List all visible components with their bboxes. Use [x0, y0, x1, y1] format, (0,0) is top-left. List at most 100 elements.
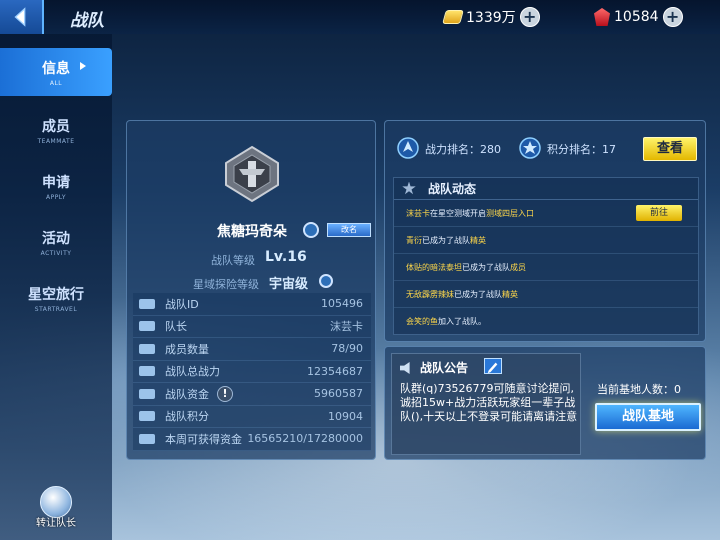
team-stats-list: 战队ID 105496 队长 沫芸卡 成员数量 78/90 战队总战力 1235… [133, 293, 371, 451]
level-label: 战队等级 [211, 254, 255, 267]
rank-info-gear-icon[interactable] [319, 274, 333, 288]
team-info-panel: 焦糖玛奇朵 改名 战队等级 Lv.16 星域探险等级 宇宙级 战队ID 1054… [126, 120, 376, 460]
nav-label: 申请 [42, 175, 70, 191]
stat-key: 战队总战力 [165, 365, 220, 379]
news-item: 无敌霹雳辣妹 已成为了战队 精英 [394, 281, 698, 308]
stat-key: 战队ID [165, 297, 199, 311]
page-title: 战队 [70, 11, 104, 31]
news-actor: 会笑的鱼 [406, 317, 438, 326]
edit-announcement-icon[interactable] [484, 358, 502, 374]
nav-sublabel: ALL [49, 80, 63, 87]
score-icon [139, 411, 155, 422]
power-rank-icon [397, 137, 419, 159]
announcement-box: 战队公告 队群(q)73526779可随意讨论提问,诚招15w+战力活跃玩家组一… [391, 353, 581, 455]
gold-coin-icon [442, 10, 464, 24]
news-text: 加入了战队。 [438, 317, 486, 326]
captain-icon [139, 321, 155, 332]
news-header: 战队动态 [394, 178, 698, 200]
score-rank-text: 积分排名：17 [547, 143, 616, 156]
stat-row: 成员数量 78/90 [133, 338, 371, 361]
pencil-icon [487, 362, 498, 374]
nav-sublabel: APPLY [45, 194, 67, 201]
news-text: 在星空测域开启 [430, 208, 486, 218]
team-settings-gear-icon[interactable] [303, 222, 319, 238]
gem-value: 10584 [614, 9, 659, 25]
nav-members[interactable]: 成员 TEAMMATE [0, 106, 112, 154]
stat-row: 本周可获得资金 16565210/17280000 [133, 428, 371, 451]
team-base-button[interactable]: 战队基地 [595, 403, 701, 431]
nav-apply[interactable]: 申请 APPLY [0, 162, 112, 210]
gold-currency: 1339万 + [442, 6, 540, 28]
stat-key: 战队积分 [165, 410, 209, 424]
nav-sublabel: STARTRAVEL [34, 306, 78, 313]
news-target: 精英 [502, 289, 518, 299]
top-bar: 战队 1339万 + 10584 + [0, 0, 720, 34]
stat-row: 战队积分 10904 [133, 405, 371, 428]
power-rank-text: 战力排名：280 [425, 143, 501, 156]
nav-activity[interactable]: 活动 ACTIVITY [0, 218, 112, 266]
news-target: 成员 [510, 262, 526, 272]
nav-sublabel: TEAMMATE [37, 138, 75, 145]
nav-sublabel: ACTIVITY [40, 250, 72, 257]
exclamation-info-icon[interactable]: ! [217, 385, 233, 402]
news-item: 青衍 已成为了战队 精英 [394, 227, 698, 254]
nav-label: 活动 [42, 231, 70, 247]
news-title: 战队动态 [428, 182, 477, 196]
goto-button[interactable]: 前往 [636, 205, 682, 221]
red-gem-icon [594, 8, 610, 26]
nav-label: 成员 [42, 119, 70, 135]
stat-key: 本周可获得资金 [165, 432, 242, 446]
stat-value: 5960587 [314, 387, 363, 401]
news-text: 已成为了战队 [422, 235, 470, 245]
back-button[interactable] [0, 0, 44, 34]
level-value: Lv.16 [265, 249, 307, 265]
stat-value: 沫芸卡 [330, 320, 363, 334]
stat-value: 105496 [321, 297, 363, 311]
stat-key: 战队资金 [165, 387, 209, 401]
news-text: 已成为了战队 [462, 262, 510, 272]
star-icon [402, 181, 416, 195]
news-actor: 体贴的暗法泰坦 [406, 262, 462, 272]
news-item: 会笑的鱼 加入了战队。 [394, 308, 698, 335]
team-name: 焦糖玛奇朵 [217, 224, 287, 240]
stat-value: 16565210/17280000 [247, 432, 363, 446]
nav-startravel[interactable]: 星空旅行 STARTRAVEL [0, 274, 112, 322]
stat-row: 队长 沫芸卡 [133, 315, 371, 338]
stat-row: 战队ID 105496 [133, 293, 371, 316]
left-nav: 信息 ALL 成员 TEAMMATE 申请 APPLY 活动 ACTIVITY … [0, 34, 112, 540]
explore-rank-value: 宇宙级 [269, 277, 309, 292]
members-icon [139, 343, 155, 354]
news-box: 战队动态 沫芸卡 在星空测域开启 测域四层入口 前往 青衍 已成为了战队 精英 … [393, 177, 699, 335]
transfer-label: 转让队长 [36, 518, 76, 529]
stat-key: 队长 [165, 320, 187, 334]
stat-value: 10904 [328, 409, 363, 423]
rename-button[interactable]: 改名 [327, 223, 371, 237]
team-emblem-icon [225, 145, 279, 203]
announcement-title: 战队公告 [420, 361, 469, 375]
view-ranking-button[interactable]: 查看 [643, 137, 697, 161]
add-gold-button[interactable]: + [519, 7, 540, 27]
stat-value: 78/90 [331, 342, 363, 356]
stat-value: 12354687 [307, 364, 363, 378]
transfer-captain-button[interactable]: 转让队长 [34, 486, 78, 529]
announcement-text: 队群(q)73526779可随意讨论提问,诚招15w+战力活跃玩家组一辈子战队(… [400, 382, 578, 423]
arrow-right-icon [80, 62, 86, 70]
news-item: 体贴的暗法泰坦 已成为了战队 成员 [394, 254, 698, 281]
stat-key: 成员数量 [165, 342, 209, 356]
news-target: 测域四层入口 [486, 208, 534, 218]
id-card-icon [139, 298, 155, 309]
base-count: 当前基地人数：0 [597, 383, 681, 396]
nav-info[interactable]: 信息 ALL [0, 48, 112, 96]
back-arrow-icon [14, 7, 26, 27]
news-actor: 无敌霹雳辣妹 [406, 289, 454, 299]
explore-rank-label: 星域探险等级 [193, 278, 259, 291]
ranking-news-panel: 战力排名：280 积分排名：17 查看 战队动态 沫芸卡 在星空测域开启 测域四… [384, 120, 706, 342]
news-actor: 青衍 [406, 235, 422, 245]
funds-icon [139, 388, 155, 399]
announcement-panel: 战队公告 队群(q)73526779可随意讨论提问,诚招15w+战力活跃玩家组一… [384, 346, 706, 460]
add-gem-button[interactable]: + [662, 7, 683, 27]
news-item: 沫芸卡 在星空测域开启 测域四层入口 前往 [394, 200, 698, 227]
weekly-funds-icon [139, 433, 155, 444]
ranking-row: 战力排名：280 积分排名：17 查看 [395, 135, 697, 161]
news-target: 精英 [470, 235, 486, 245]
